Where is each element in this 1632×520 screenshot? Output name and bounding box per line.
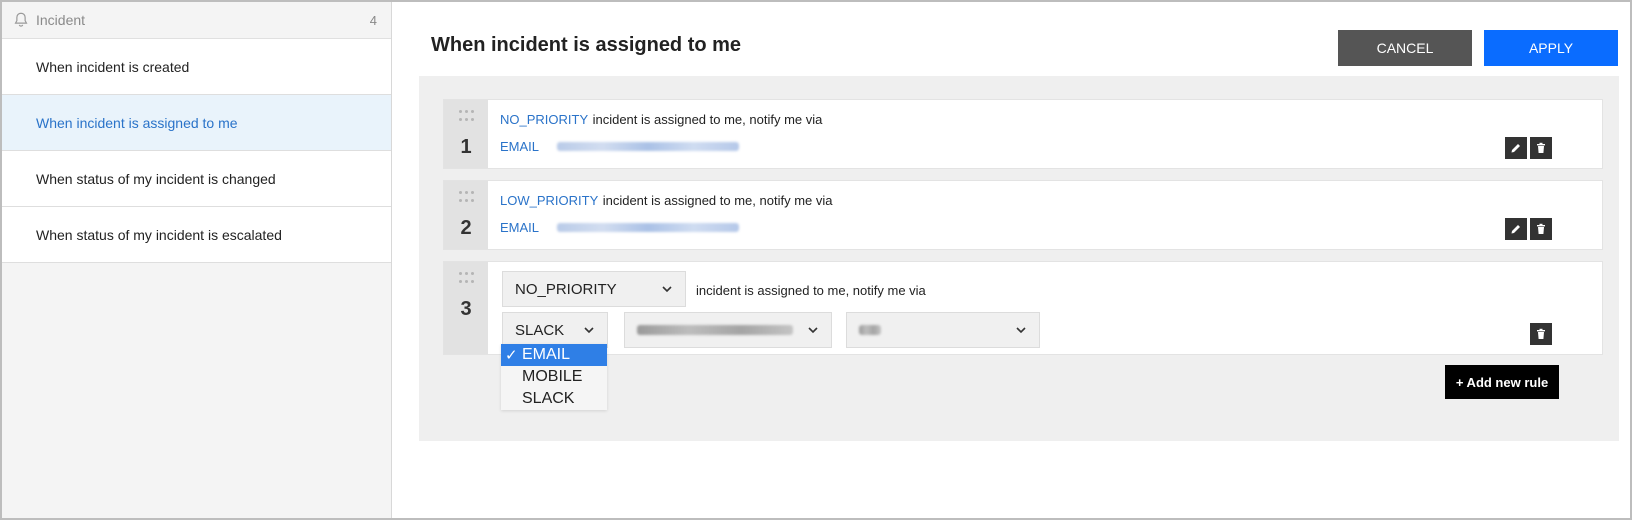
sidebar-item-label: When incident is created [36,58,190,75]
blurred-channel-value [859,325,881,335]
option-label: EMAIL [522,346,571,363]
main-panel: When incident is assigned to me CANCEL A… [392,2,1630,518]
edit-button[interactable] [1505,137,1527,159]
chevron-down-icon [584,327,594,334]
delete-button[interactable] [1530,137,1552,159]
dropdown-option-slack[interactable]: SLACK [501,388,607,410]
grip-icon [458,272,474,284]
dropdown-option-email[interactable]: ✓ EMAIL [501,344,607,366]
rule-priority: NO_PRIORITY [500,112,589,127]
sidebar-item-label: When incident is assigned to me [36,114,238,131]
edit-button[interactable] [1505,218,1527,240]
sidebar-header: Incident 4 [2,2,391,39]
priority-select-value: NO_PRIORITY [515,280,617,298]
option-label: SLACK [522,390,575,407]
cancel-button[interactable]: CANCEL [1338,30,1472,66]
channel-select-value: SLACK [515,321,565,339]
sidebar-item-created[interactable]: When incident is created [2,39,391,95]
sidebar-item-status-escalated[interactable]: When status of my incident is escalated [2,207,391,263]
rule-text: incident is assigned to me, notify me vi… [592,112,823,127]
sidebar-item-label: When status of my incident is escalated [36,226,282,243]
delete-button[interactable] [1530,323,1552,345]
page-title: When incident is assigned to me [431,34,742,56]
sidebar-item-status-changed[interactable]: When status of my incident is changed [2,151,391,207]
sidebar-item-assigned[interactable]: When incident is assigned to me [2,95,391,151]
rule-card: 2 LOW_PRIORITY incident is assigned to m… [443,180,1603,250]
app-window: Incident 4 When incident is created When… [0,0,1632,520]
sidebar-title: Incident [36,12,86,28]
trash-icon [1537,328,1545,339]
add-new-rule-button[interactable]: + Add new rule [1445,365,1559,399]
dropdown-option-mobile[interactable]: MOBILE [501,366,607,388]
slack-channel-select[interactable] [846,312,1040,348]
rule-card-editing: 3 NO_PRIORITY incident is assigned to me… [443,261,1603,355]
option-label: MOBILE [522,368,583,385]
chevron-down-icon [808,327,818,334]
sidebar-count: 4 [369,12,377,28]
rule-channel: EMAIL [500,139,540,154]
rule-number: 3 [460,298,472,320]
rule-text: incident is assigned to me, notify me vi… [602,193,833,208]
sidebar: Incident 4 When incident is created When… [2,2,392,518]
grip-icon [458,110,474,122]
blurred-email-address [557,223,740,233]
rule-number: 1 [460,136,472,158]
bell-icon [14,12,28,27]
slack-workspace-select[interactable] [624,312,832,348]
channel-dropdown-menu: ✓ EMAIL MOBILE SLACK [501,344,607,410]
rule-channel: EMAIL [500,220,540,235]
trash-icon [1537,142,1545,153]
pencil-icon [1511,144,1520,153]
rules-list: 1 NO_PRIORITY incident is assigned to me… [419,76,1619,441]
grip-icon [458,191,474,203]
blurred-email-address [557,142,740,152]
delete-button[interactable] [1530,218,1552,240]
sidebar-item-label: When status of my incident is changed [36,170,276,187]
apply-button[interactable]: APPLY [1484,30,1618,66]
pencil-icon [1511,225,1520,234]
checkmark-icon: ✓ [505,347,518,364]
rule-card: 1 NO_PRIORITY incident is assigned to me… [443,99,1603,169]
priority-select[interactable]: NO_PRIORITY [502,271,686,307]
rule-text: incident is assigned to me, notify me vi… [696,283,926,298]
rule-priority: LOW_PRIORITY [500,193,599,208]
rule-number: 2 [460,217,472,239]
blurred-workspace-value [637,325,793,335]
channel-select[interactable]: SLACK [502,312,608,348]
chevron-down-icon [662,286,672,293]
trash-icon [1537,223,1545,234]
chevron-down-icon [1016,327,1026,334]
